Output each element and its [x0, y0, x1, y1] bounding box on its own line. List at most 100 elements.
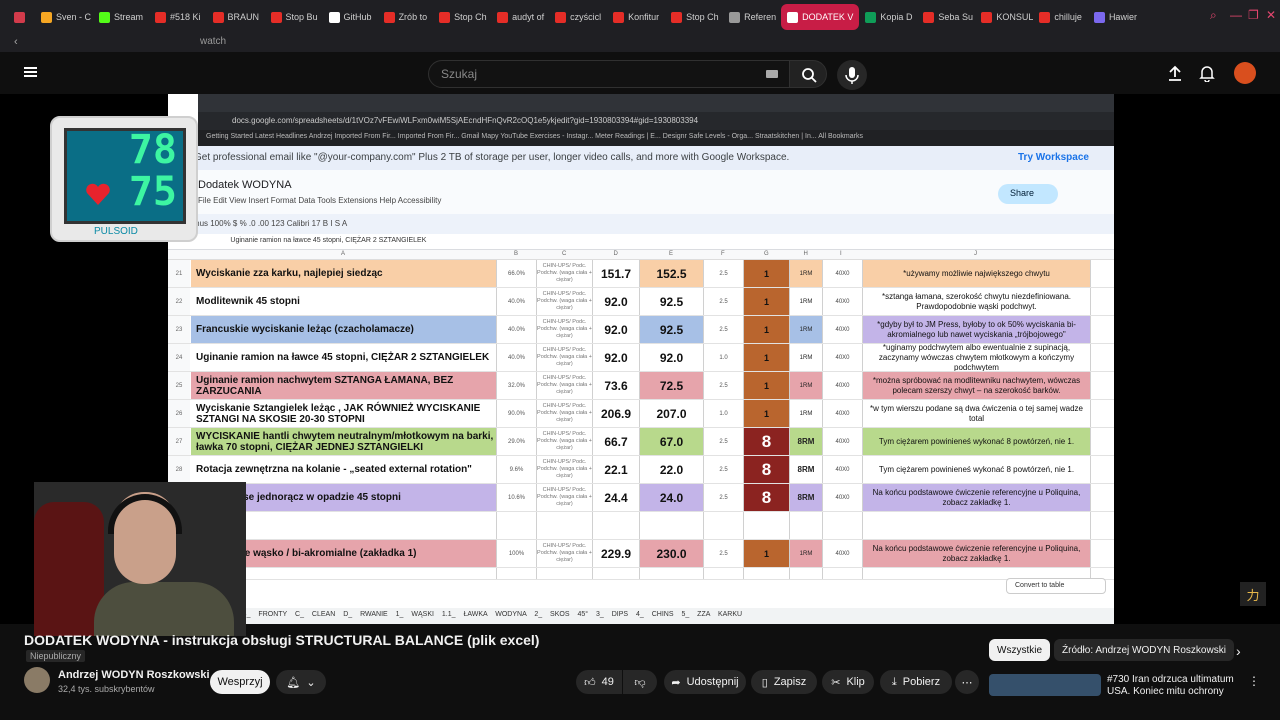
back-icon[interactable]: ‹ [14, 36, 18, 48]
formula-content: Uginanie ramion na ławce 45 stopni, CIĘŻ… [230, 237, 427, 244]
notifications-bell-icon[interactable] [1198, 64, 1216, 82]
cell-d: 92.0 [593, 344, 640, 371]
cell-i-text: 40X0 [835, 410, 850, 417]
chevron-right-icon[interactable]: › [1236, 643, 1241, 659]
browser-tab[interactable]: KONSUL [975, 4, 1033, 30]
recommended-video-title[interactable]: #730 Iran odrzuca ultimatum USA. Koniec … [1107, 674, 1237, 698]
tab-label: Zrób to [398, 12, 428, 22]
column-header: B [514, 251, 519, 257]
browser-tab-active[interactable]: DODATEK V [781, 4, 860, 30]
filter-chip-all[interactable]: Wszystkie [989, 639, 1050, 661]
tab-label: BRAUN [227, 12, 260, 22]
cell-j-text: Na końcu podstawowe ćwiczenie referencyj… [872, 543, 1081, 563]
search-button[interactable] [789, 60, 827, 88]
maximize-icon[interactable]: ❐ [1248, 8, 1259, 22]
table-row: 27 WYCISKANIE hantli chwytem neutralnym/m… [168, 428, 1114, 456]
tab-favicon-icon [383, 11, 395, 23]
dislike-button[interactable]: 👎︎ [623, 670, 657, 694]
browser-tab[interactable]: Kopia D [859, 4, 917, 30]
browser-tab[interactable]: Referen [723, 4, 781, 30]
cell-g-text: 1 [763, 548, 769, 559]
filter-chip-source[interactable]: Źródło: Andrzej WODYN Roszkowski [1054, 639, 1234, 661]
cell-e: 22.0 [640, 456, 704, 483]
cell-c: CHIN-UPS/ Podc. Podchw. (waga ciała + ci… [537, 540, 593, 567]
browser-tab[interactable]: #518 Ki [149, 4, 207, 30]
recommended-video-thumbnail[interactable] [989, 674, 1101, 696]
browser-tab[interactable]: Stream [93, 4, 149, 30]
cell-b: 66.0% [497, 260, 537, 287]
cell-f: 2.5 [704, 484, 744, 511]
scissors-icon: ✂ [831, 676, 841, 689]
keyboard-icon[interactable] [766, 70, 778, 78]
cell-d-text: 22.1 [604, 462, 628, 477]
cell-c-text: CHIN-UPS/ Podc. Podchw. (waga ciała + ci… [537, 347, 592, 367]
download-button[interactable]: ⤓ Pobierz [880, 670, 952, 694]
minimize-icon[interactable]: — [1230, 8, 1242, 22]
cell-c-text: CHIN-UPS/ Podc. Podchw. (waga ciała + ci… [537, 459, 592, 479]
like-button[interactable]: 👍︎ 49 [576, 670, 622, 694]
browser-tab[interactable]: Konfitur [607, 4, 665, 30]
cell-c-text: CHIN-UPS/ Podc. Podchw. (waga ciała + ci… [537, 375, 592, 395]
cell-d: 92.0 [593, 288, 640, 315]
browser-tab[interactable]: BRAUN [207, 4, 265, 30]
browser-tab[interactable]: Stop Bu [265, 4, 323, 30]
browser-tab[interactable]: Seba Su [917, 4, 975, 30]
save-button[interactable]: ▯ Zapisz [751, 670, 817, 694]
browser-tab[interactable]: Hawier [1088, 4, 1143, 30]
tab-label: czyścicl [570, 12, 602, 22]
share-video-button[interactable]: ➦ Udostępnij [664, 670, 746, 694]
cell-c: CHIN-UPS/ Podc. Podchw. (waga ciała + ci… [537, 484, 593, 511]
support-button[interactable]: Wesprzyj [210, 670, 270, 694]
spreadsheet-grid: 21 Wyciskanie zza karku, najlepiej siedzą… [168, 260, 1114, 608]
search-tabs-icon[interactable]: ⌕ [1210, 8, 1217, 23]
cell-i-text: 40X0 [835, 382, 850, 389]
browser-tab[interactable]: chilluje [1033, 4, 1088, 30]
address-bar[interactable]: ‹ watch [0, 34, 1280, 52]
cell-c-text: CHIN-UPS/ Podc. Podchw. (waga ciała + ci… [537, 543, 592, 563]
menu-icon[interactable] [24, 67, 37, 77]
cell-g: 1 [744, 400, 790, 427]
browser-tab-bar: Sven - C Stream #518 Ki BRAUN Stop Bu GitHub Z… [0, 0, 1280, 34]
cell-a-text: Francuskie wyciskanie leżąc (czacholamac… [196, 324, 414, 335]
table-row: 25 Uginanie ramion nachwytem SZTANGA ŁAMA… [168, 372, 1114, 400]
browser-tab[interactable] [8, 4, 35, 30]
cell-c: CHIN-UPS/ Podc. Podchw. (waga ciała + ci… [537, 316, 593, 343]
account-avatar[interactable] [1234, 62, 1256, 84]
channel-name[interactable]: Andrzej WODYN Roszkowski [58, 669, 210, 681]
browser-tab[interactable]: GitHub [323, 4, 378, 30]
cell-g: 1 [744, 540, 790, 567]
tab-favicon-icon [14, 11, 25, 23]
more-dots-icon: ⋯ [961, 676, 973, 689]
row-number: 27 [168, 428, 190, 455]
browser-tab[interactable]: audyt of [491, 4, 549, 30]
cell-d: 206.9 [593, 400, 640, 427]
cell-i [823, 568, 863, 579]
column-header: A [341, 251, 346, 257]
column-header: I [840, 251, 842, 257]
voice-search-button[interactable] [837, 60, 867, 90]
browser-tab[interactable]: Sven - C [35, 4, 93, 30]
channel-avatar[interactable] [24, 667, 50, 693]
tab-label: Konfitur [628, 12, 660, 22]
search-input[interactable]: Szukaj [428, 60, 790, 88]
more-actions-button[interactable]: ⋯ [955, 670, 979, 694]
cell-b-text: 40.0% [507, 326, 525, 333]
cell-d: 229.9 [593, 540, 640, 567]
cell-b-text: 9.6% [509, 466, 524, 473]
video-player[interactable]: docs.google.com/spreadsheets/d/1tVOz7vFE… [0, 94, 1280, 636]
cell-d: 66.7 [593, 428, 640, 455]
cell-h [790, 512, 823, 539]
share-label: Udostępnij [686, 676, 739, 688]
cell-c: CHIN-UPS/ Podc. Podchw. (waga ciała + ci… [537, 344, 593, 371]
cell-f: 2.5 [704, 316, 744, 343]
browser-tab[interactable]: Zrób to [378, 4, 434, 30]
tab-favicon-icon [865, 11, 877, 23]
browser-tab[interactable]: czyścicl [549, 4, 607, 30]
recommended-more-icon[interactable]: ⋮ [1248, 674, 1260, 688]
browser-tab[interactable]: Stop Ch [665, 4, 723, 30]
upload-icon[interactable] [1166, 64, 1184, 82]
clip-button[interactable]: ✂ Klip [822, 670, 874, 694]
close-window-icon[interactable]: ✕ [1266, 8, 1276, 22]
notification-settings-button[interactable]: 🔔︎ ⌄ [276, 670, 326, 694]
browser-tab[interactable]: Stop Ch [433, 4, 491, 30]
